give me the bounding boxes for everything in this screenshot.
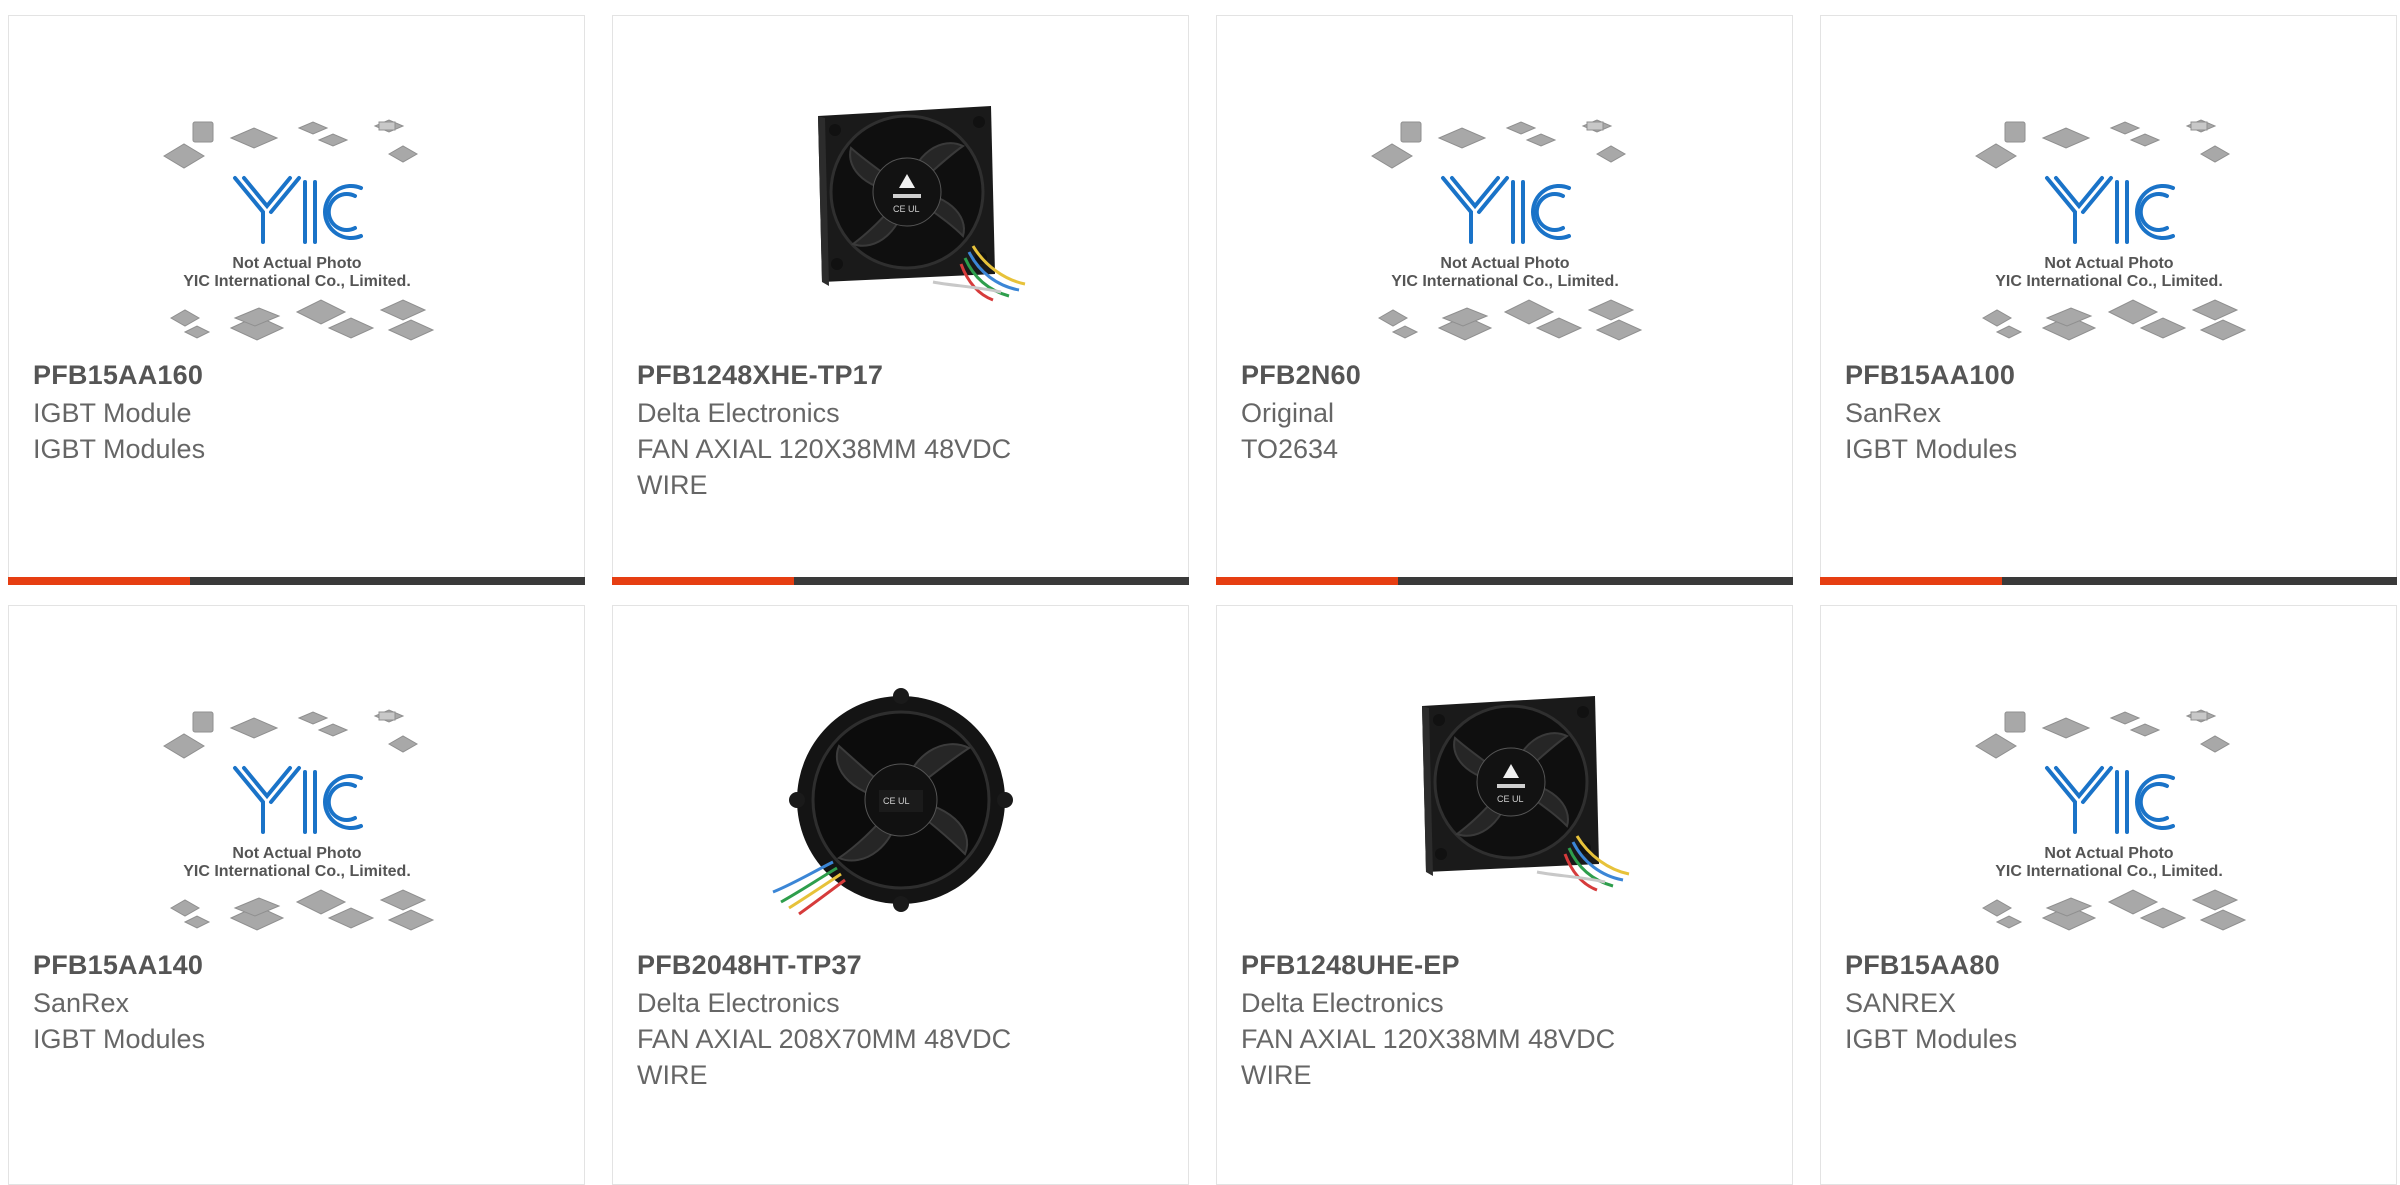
description: TO2634 (1241, 434, 1339, 464)
description-continued: WIRE (1241, 1060, 1312, 1090)
card-accent-bar (1820, 577, 2002, 585)
product-card[interactable]: Not Actual Photo YIC International Co., … (1820, 605, 2397, 1185)
part-number[interactable]: PFB2048HT-TP37 (637, 950, 862, 981)
placeholder-logo[interactable]: Not Actual Photo YIC International Co., … (1821, 686, 2398, 956)
product-card[interactable]: Not Actual Photo YIC International Co., … (8, 15, 585, 585)
manufacturer: SanRex (1845, 398, 1942, 428)
card-bottom-bar (8, 577, 585, 585)
round-fan-icon[interactable] (613, 686, 1190, 956)
description: FAN AXIAL 208X70MM 48VDC (637, 1024, 1012, 1054)
product-card[interactable]: Not Actual Photo YIC International Co., … (1820, 15, 2397, 585)
part-number[interactable]: PFB15AA80 (1845, 950, 2000, 981)
part-number[interactable]: PFB15AA160 (33, 360, 203, 391)
manufacturer: Delta Electronics (637, 988, 840, 1018)
part-number[interactable]: PFB15AA100 (1845, 360, 2015, 391)
manufacturer: SANREX (1845, 988, 1957, 1018)
placeholder-company: YIC International Co., Limited. (183, 273, 411, 290)
part-number[interactable]: PFB2N60 (1241, 360, 1361, 391)
placeholder-caption: Not Actual Photo (2044, 255, 2173, 272)
placeholder-logo[interactable]: Not Actual Photo YIC International Co., … (9, 96, 586, 366)
card-accent-bar (8, 577, 190, 585)
square-fan-icon[interactable] (613, 96, 1190, 366)
card-bottom-bar (1820, 577, 2397, 585)
manufacturer: IGBT Module (33, 398, 192, 428)
description: IGBT Modules (33, 434, 206, 464)
description: IGBT Modules (1845, 434, 2018, 464)
manufacturer: Original (1241, 398, 1335, 428)
placeholder-company: YIC International Co., Limited. (183, 863, 411, 880)
placeholder-caption: Not Actual Photo (2044, 845, 2173, 862)
description-continued: WIRE (637, 1060, 708, 1090)
product-grid: Not Actual Photo YIC International Co., … (0, 0, 2400, 1185)
manufacturer: Delta Electronics (637, 398, 840, 428)
placeholder-caption: Not Actual Photo (1440, 255, 1569, 272)
part-number[interactable]: PFB1248XHE-TP17 (637, 360, 883, 391)
description: FAN AXIAL 120X38MM 48VDC (637, 434, 1012, 464)
manufacturer: Delta Electronics (1241, 988, 1444, 1018)
placeholder-caption: Not Actual Photo (232, 845, 361, 862)
product-card[interactable]: Not Actual Photo YIC International Co., … (8, 605, 585, 1185)
description: IGBT Modules (1845, 1024, 2018, 1054)
card-accent-bar (1216, 577, 1398, 585)
placeholder-caption: Not Actual Photo (232, 255, 361, 272)
part-number[interactable]: PFB15AA140 (33, 950, 203, 981)
placeholder-company: YIC International Co., Limited. (1995, 863, 2223, 880)
card-bottom-bar (612, 577, 1189, 585)
card-bottom-bar (1216, 577, 1793, 585)
product-card[interactable]: PFB1248UHE-EP Delta Electronics FAN AXIA… (1216, 605, 1793, 1185)
description-continued: WIRE (637, 470, 708, 500)
description: IGBT Modules (33, 1024, 206, 1054)
placeholder-company: YIC International Co., Limited. (1995, 273, 2223, 290)
description: FAN AXIAL 120X38MM 48VDC (1241, 1024, 1616, 1054)
part-number[interactable]: PFB1248UHE-EP (1241, 950, 1460, 981)
manufacturer: SanRex (33, 988, 130, 1018)
placeholder-logo[interactable]: Not Actual Photo YIC International Co., … (9, 686, 586, 956)
placeholder-logo[interactable]: Not Actual Photo YIC International Co., … (1821, 96, 2398, 366)
product-card[interactable]: PFB1248XHE-TP17 Delta Electronics FAN AX… (612, 15, 1189, 585)
placeholder-logo[interactable]: Not Actual Photo YIC International Co., … (1217, 96, 1794, 366)
product-card[interactable]: PFB2048HT-TP37 Delta Electronics FAN AXI… (612, 605, 1189, 1185)
card-accent-bar (612, 577, 794, 585)
product-card[interactable]: Not Actual Photo YIC International Co., … (1216, 15, 1793, 585)
placeholder-company: YIC International Co., Limited. (1391, 273, 1619, 290)
square-fan-icon[interactable] (1217, 686, 1794, 956)
